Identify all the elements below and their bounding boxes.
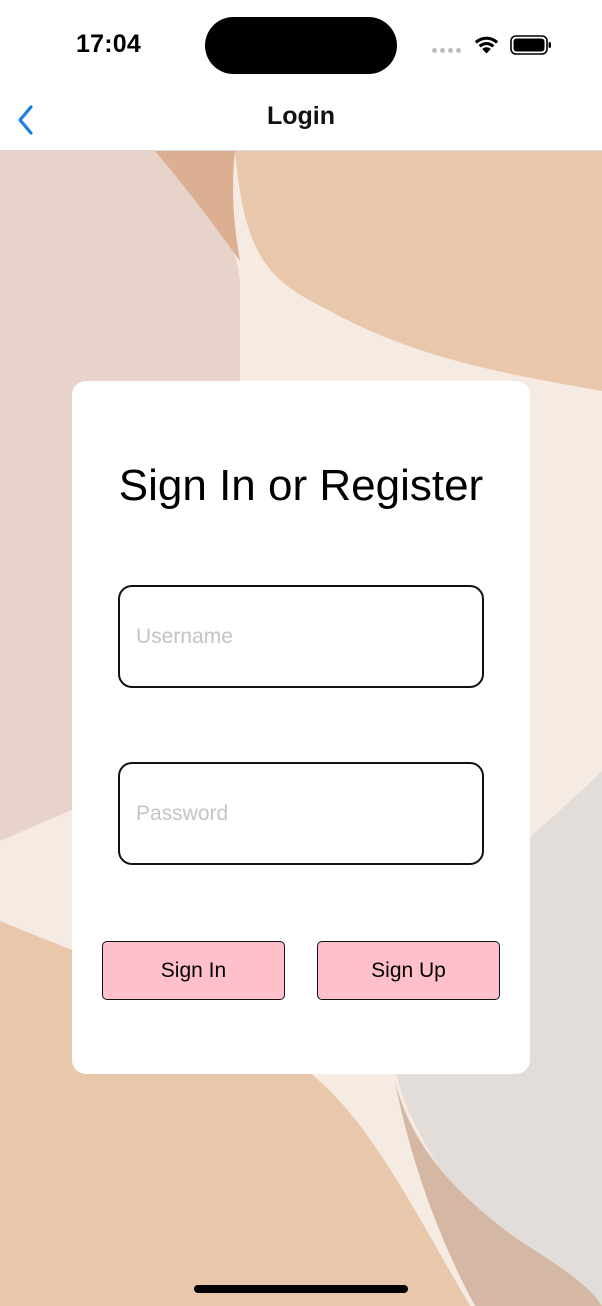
login-card: Sign In or Register Sign In Sign Up [72,381,530,1074]
status-time: 17:04 [76,30,141,58]
password-field[interactable] [118,762,484,865]
dynamic-island [205,17,397,74]
status-bar: 17:04 [0,0,602,90]
sign-up-button[interactable]: Sign Up [317,941,500,1000]
page-title: Login [266,102,336,130]
sign-in-label: Sign In [160,958,227,982]
login-screen: 17:04 Login Sign In or Register Username… [0,0,602,1306]
home-indicator[interactable] [194,1285,408,1293]
username-field[interactable] [118,585,484,688]
wifi-icon [474,36,499,54]
battery-icon [510,35,551,55]
card-title: Sign In or Register [118,461,484,510]
cellular-dots-icon [432,48,461,53]
sign-up-label: Sign Up [371,958,446,982]
sign-in-button[interactable]: Sign In [102,941,285,1000]
navigation-bar: Login [0,90,602,151]
